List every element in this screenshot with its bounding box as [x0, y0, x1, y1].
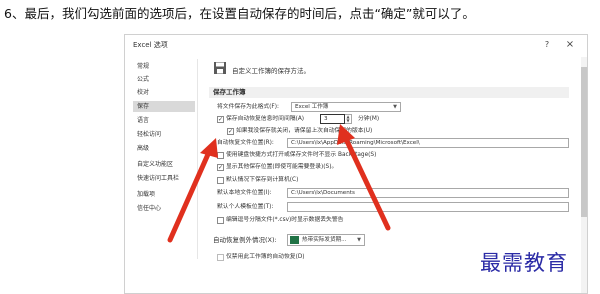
exceptions-workbook-select[interactable]: 热带实际发货期... ▼ [287, 234, 365, 246]
nav-item-formulas[interactable]: 公式 [133, 74, 195, 85]
nav-item-proofing[interactable]: 校对 [133, 87, 195, 98]
nav-item-advanced[interactable]: 高级 [133, 143, 195, 154]
keep-last-version-checkbox[interactable]: ✓ [227, 128, 234, 135]
default-local-location-input[interactable]: C:\Users\lx\Documents [287, 188, 569, 198]
nav-item-trust-center[interactable]: 信任中心 [133, 203, 195, 214]
section-autorecover-exceptions: 自动恢复例外情况(X): [209, 235, 569, 246]
chevron-down-icon: ▼ [357, 237, 361, 243]
nav-item-save[interactable]: 保存 [133, 101, 195, 112]
minutes-label: 分钟(M) [358, 116, 380, 122]
chevron-down-icon: ▼ [393, 104, 397, 110]
disable-autorecover-label: 仅禁用此工作簿的自动恢复(D) [226, 254, 305, 260]
save-to-computer-checkbox[interactable] [217, 177, 224, 184]
csv-warning-label: 编辑逗号分隔文件(*.csv)时显示数据丢失警告 [226, 217, 344, 223]
backstage-label: 使用键盘快捷方式打开或保存文件时不显示 Backstage(S) [226, 152, 377, 158]
autorecover-location-label: 自动恢复文件位置(R): [217, 140, 274, 146]
nav-item-accessibility[interactable]: 轻松访问 [133, 129, 195, 140]
personal-templates-label: 默认个人模板位置(T): [217, 204, 274, 210]
autorecover-checkbox[interactable]: ✓ [217, 116, 224, 123]
autorecover-location-input[interactable]: C:\Users\lx\AppData\Roaming\Microsoft\Ex… [287, 138, 569, 148]
nav-item-addins[interactable]: 加载项 [133, 189, 195, 200]
options-nav: 常规 公式 校对 保存 语言 轻松访问 高级 自定义功能区 快速访问工具栏 加载… [133, 59, 198, 259]
personal-templates-input[interactable] [287, 202, 569, 212]
nav-item-general[interactable]: 常规 [133, 61, 195, 72]
autorecover-minutes-input[interactable]: 3 [320, 114, 345, 124]
watermark-text: 最需教育 [480, 251, 568, 275]
csv-warning-checkbox[interactable] [217, 217, 224, 224]
save-to-computer-label: 默认情况下保存到计算机(C) [226, 177, 299, 183]
dialog-title: Excel 选项 [133, 41, 168, 49]
autorecover-exceptions-label: 自动恢复例外情况(X): [213, 236, 277, 244]
save-format-select[interactable]: Excel 工作簿 ▼ [291, 102, 401, 112]
disable-autorecover-checkbox[interactable] [217, 254, 224, 261]
panel-header-text: 自定义工作簿的保存方法。 [232, 67, 310, 75]
nav-item-language[interactable]: 语言 [133, 115, 195, 126]
save-icon [214, 62, 226, 74]
nav-item-quick-access-toolbar[interactable]: 快速访问工具栏 [133, 173, 195, 184]
help-button[interactable]: ? [541, 38, 553, 52]
scrollbar-thumb[interactable] [581, 67, 587, 217]
backstage-checkbox[interactable] [217, 152, 224, 159]
autorecover-label: 保存自动恢复信息时间间隔(A) [226, 116, 305, 122]
excel-workbook-icon [290, 236, 299, 244]
show-more-places-label: 显示其他保存位置(即使可能需要登录)(S)。 [226, 164, 338, 170]
keep-last-version-label: 如果我没保存就关闭，请保留上次自动保留的版本(U) [236, 128, 373, 134]
show-more-places-checkbox[interactable]: ✓ [217, 164, 224, 171]
minutes-spinner[interactable]: ▲ ▼ [345, 114, 352, 124]
nav-item-customize-ribbon[interactable]: 自定义功能区 [133, 159, 195, 170]
instruction-caption: 6、最后，我们勾选前面的选项后，在设置自动保存的时间后，点击“确定”就可以了。 [4, 6, 475, 21]
save-format-label: 将文件保存为此格式(F): [217, 104, 279, 110]
dialog-titlebar: Excel 选项 ? × [125, 35, 587, 55]
close-button[interactable]: × [564, 38, 576, 52]
panel-scrollbar[interactable] [581, 57, 587, 293]
default-local-location-label: 默认本地文件位置(I): [217, 190, 272, 196]
section-save-workbooks: 保存工作簿 [209, 87, 569, 98]
